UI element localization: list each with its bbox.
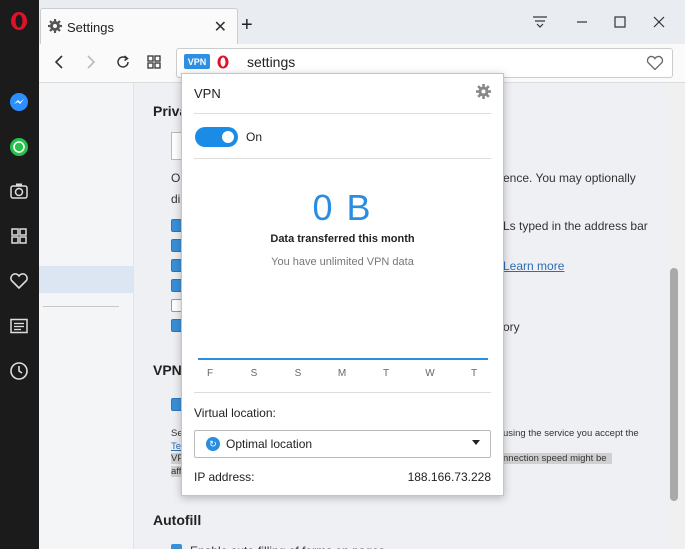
grid-icon[interactable] <box>144 52 164 72</box>
settings-nav-selected-item[interactable] <box>39 266 133 293</box>
vpn-heading: VPN <box>153 362 182 378</box>
learn-more-link[interactable]: Learn more <box>503 259 564 273</box>
tab-close-button[interactable]: ✕ <box>214 17 227 37</box>
vpn-text-right: using the service you accept the <box>503 428 639 439</box>
vpn-popup-title: VPN <box>194 86 221 101</box>
tab-settings[interactable]: Settings ✕ <box>40 8 238 45</box>
heart-icon[interactable] <box>8 270 30 292</box>
data-transferred-caption: Data transferred this month <box>270 233 415 245</box>
opera-logo-icon[interactable] <box>8 10 30 32</box>
settings-nav-divider <box>43 306 119 307</box>
graph-day-label: S <box>250 368 258 379</box>
settings-nav <box>39 83 134 549</box>
gear-icon <box>48 19 62 36</box>
new-tab-button[interactable]: + <box>241 14 253 37</box>
autofill-option-text: Enable auto-filling of forms on pages <box>190 544 385 549</box>
autofill-checkbox[interactable] <box>171 544 182 549</box>
vpn-toggle-label: On <box>246 130 263 144</box>
virtual-location-select[interactable]: ↻ Optimal location <box>194 430 491 458</box>
privacy-text-1-right: ence. You may optionally <box>503 171 636 185</box>
unlimited-data-note: You have unlimited VPN data <box>271 256 414 268</box>
vpn-badge-button[interactable]: VPN <box>184 54 210 69</box>
minimize-icon[interactable] <box>572 12 592 32</box>
virtual-location-label: Virtual location: <box>194 406 276 420</box>
privacy-option-right-2: ory <box>503 320 520 334</box>
close-icon[interactable] <box>649 12 669 32</box>
speed-dial-icon[interactable] <box>8 225 30 247</box>
graph-day-label: T <box>470 368 478 379</box>
forward-icon[interactable] <box>81 52 101 72</box>
vpn-popup: VPN On 0 B Data transferred this month Y… <box>181 73 504 496</box>
camera-icon[interactable] <box>8 180 30 202</box>
location-globe-icon: ↻ <box>206 437 220 451</box>
menu-icon[interactable] <box>530 12 550 32</box>
vpn-text-right-2: nnection speed might be <box>503 453 612 464</box>
scrollbar-thumb[interactable] <box>670 268 678 501</box>
popup-divider <box>194 392 491 393</box>
address-text[interactable]: settings <box>247 54 295 70</box>
graph-day-label: T <box>382 368 390 379</box>
maximize-icon[interactable] <box>610 12 630 32</box>
back-icon[interactable] <box>49 52 69 72</box>
popup-divider <box>194 158 491 159</box>
bookmark-heart-icon[interactable] <box>646 55 664 74</box>
data-transferred-amount: 0 B <box>312 187 373 228</box>
graph-day-label: S <box>294 368 302 379</box>
vpn-toggle-knob <box>222 131 234 143</box>
graph-day-label: W <box>425 368 435 379</box>
autofill-heading: Autofill <box>153 512 202 528</box>
vpn-toggle[interactable] <box>195 127 238 147</box>
vpn-terms-link[interactable]: Te <box>171 441 181 452</box>
vpn-text-left-3: aff <box>171 466 182 477</box>
usage-graph-baseline <box>198 358 488 360</box>
virtual-location-value: Optimal location <box>226 437 313 451</box>
news-icon[interactable] <box>8 315 30 337</box>
popup-divider <box>194 113 491 114</box>
reload-icon[interactable] <box>113 52 133 72</box>
history-icon[interactable] <box>8 360 30 382</box>
whatsapp-icon[interactable] <box>8 136 30 158</box>
graph-day-label: F <box>206 368 214 379</box>
graph-day-label: M <box>337 368 347 379</box>
ip-address-label: IP address: <box>194 470 255 484</box>
opera-sidebar <box>0 0 39 549</box>
privacy-text-2: di <box>171 192 181 206</box>
ip-address-value: 188.166.73.228 <box>407 470 491 484</box>
vpn-settings-gear-icon[interactable] <box>476 84 491 102</box>
chevron-down-icon <box>472 440 480 445</box>
tab-title: Settings <box>67 20 114 35</box>
opera-page-icon <box>217 55 229 72</box>
privacy-option-right-1: Ls typed in the address bar <box>503 219 648 233</box>
messenger-icon[interactable] <box>8 91 30 113</box>
